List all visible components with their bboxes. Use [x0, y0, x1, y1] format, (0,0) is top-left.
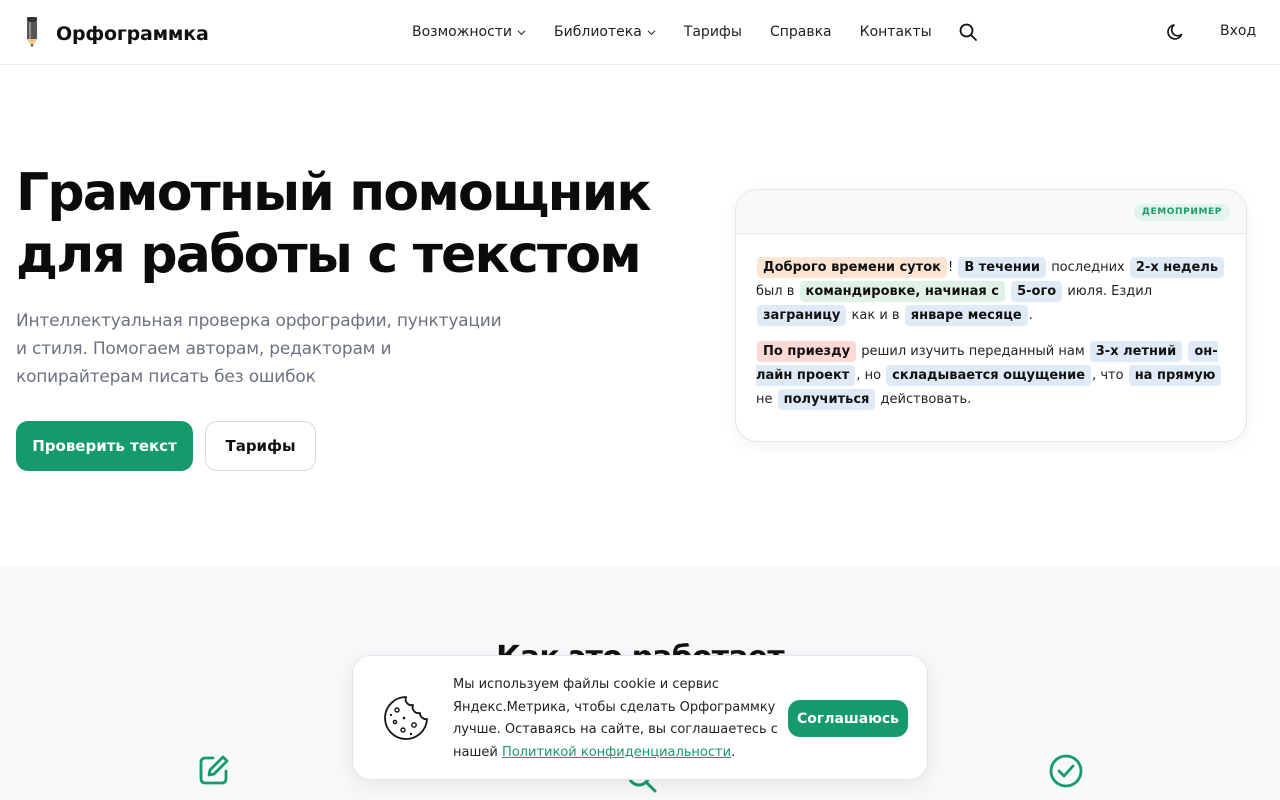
- plain-text: последних: [1051, 260, 1125, 275]
- highlighted-phrase[interactable]: По приезду: [757, 341, 857, 362]
- highlighted-phrase[interactable]: 5-ого: [1011, 281, 1063, 302]
- plain-text: решил изучить переданный нам: [861, 344, 1085, 359]
- plain-text: , что: [1092, 368, 1124, 383]
- highlighted-phrase[interactable]: В течении: [958, 257, 1047, 278]
- nav-item-pricing[interactable]: Тарифы: [684, 24, 742, 40]
- highlighted-phrase[interactable]: командировке, начиная с: [799, 281, 1005, 302]
- plain-text: действовать.: [880, 392, 972, 407]
- cookie-text: Мы используем файлы cookie и сервис Янде…: [453, 674, 783, 764]
- plain-text: как и в: [851, 308, 900, 323]
- highlighted-phrase[interactable]: складывается ощущение: [886, 365, 1092, 386]
- highlighted-phrase[interactable]: 3-х летний: [1089, 341, 1183, 362]
- nav-item-features[interactable]: Возможности: [412, 24, 526, 40]
- cookie-icon: [384, 696, 428, 740]
- nav-item-label: Контакты: [859, 24, 932, 40]
- hero-title: Грамотный помощник для работы с текстом: [16, 162, 696, 286]
- cookie-message-end: .: [731, 744, 736, 760]
- plain-text: не: [756, 392, 773, 407]
- cookie-banner: Мы используем файлы cookie и сервис Янде…: [352, 655, 928, 780]
- accept-cookies-button[interactable]: Соглашаюсь: [788, 700, 908, 737]
- plain-text: был в: [756, 284, 795, 299]
- demo-card-header: ДЕМОПРИМЕР: [736, 190, 1246, 234]
- logo-text: Орфограммка: [56, 23, 209, 45]
- highlighted-phrase[interactable]: 2-х недель: [1129, 257, 1225, 278]
- chevron-down-icon: [647, 29, 656, 35]
- plain-text: .: [1028, 308, 1033, 323]
- nav-item-contacts[interactable]: Контакты: [860, 24, 932, 40]
- highlighted-phrase[interactable]: заграницу: [757, 305, 847, 326]
- hero-title-line: Грамотный помощник: [16, 163, 652, 223]
- moon-icon[interactable]: [1166, 22, 1186, 42]
- demo-badge: ДЕМОПРИМЕР: [1133, 204, 1230, 221]
- highlighted-phrase[interactable]: январе месяце: [904, 305, 1028, 326]
- nav-item-help[interactable]: Справка: [770, 24, 832, 40]
- pencil-logo-icon: [24, 16, 40, 52]
- login-link[interactable]: Вход: [1220, 23, 1256, 39]
- demo-paragraph: По приезду решил изучить переданный нам …: [756, 340, 1226, 412]
- hero-title-line: для работы с текстом: [16, 225, 642, 285]
- demo-card: ДЕМОПРИМЕР Доброго времени суток! В тече…: [735, 189, 1247, 442]
- search-icon[interactable]: [958, 22, 978, 42]
- logo[interactable]: Орфограммка: [24, 16, 209, 52]
- check-text-button[interactable]: Проверить текст: [16, 421, 193, 471]
- highlighted-phrase[interactable]: Доброго времени суток: [757, 257, 947, 278]
- edit-icon: [199, 755, 229, 785]
- nav-item-label: Справка: [769, 24, 832, 40]
- chevron-down-icon: [517, 29, 526, 35]
- highlighted-phrase[interactable]: на прямую: [1128, 365, 1222, 386]
- nav-item-label: Возможности: [412, 24, 513, 40]
- plain-text: !: [947, 260, 954, 275]
- privacy-policy-link[interactable]: Политикой конфиденциальности: [502, 745, 731, 760]
- site-header: Орфограммка Возможности Библиотека Тариф…: [0, 0, 1280, 65]
- nav-item-label: Библиотека: [554, 24, 642, 40]
- highlighted-phrase[interactable]: получиться: [777, 389, 876, 410]
- hero-subtitle: Интеллектуальная проверка орфографии, пу…: [16, 311, 502, 387]
- nav-item-library[interactable]: Библиотека: [554, 24, 656, 40]
- check-circle-icon: [1049, 754, 1083, 788]
- demo-text: Доброго времени суток! В течении последн…: [736, 234, 1246, 412]
- demo-paragraph: Доброго времени суток! В течении последн…: [756, 256, 1226, 328]
- main-nav: Возможности Библиотека Тарифы Справка Ко…: [412, 22, 978, 42]
- plain-text: июля. Ездил: [1067, 284, 1153, 299]
- pricing-button[interactable]: Тарифы: [205, 421, 316, 471]
- plain-text: , но: [856, 368, 882, 383]
- nav-item-label: Тарифы: [683, 24, 742, 40]
